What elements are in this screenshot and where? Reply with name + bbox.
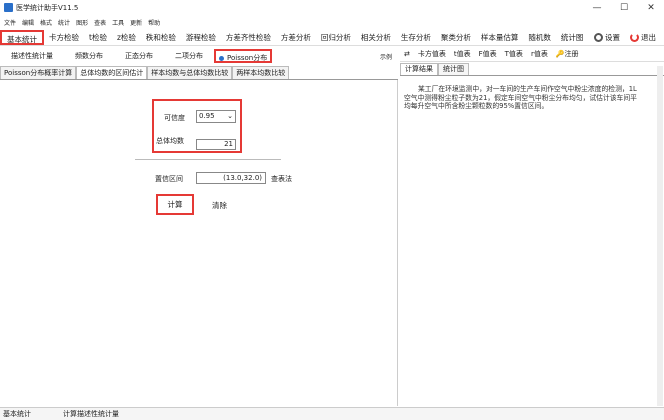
result-tabs: 计算结果 统计图 <box>400 63 664 76</box>
settings-button[interactable]: 设置 <box>594 32 620 43</box>
tool-f-table[interactable]: F值表 <box>479 49 497 59</box>
table-method-label: 查表法 <box>271 175 292 183</box>
close-button[interactable]: ✕ <box>638 0 664 16</box>
subtab-binomial[interactable]: 二项分布 <box>164 49 214 63</box>
tab-sample-vs-population[interactable]: 样本均数与总体均数比较 <box>147 66 233 79</box>
tool-r-table[interactable]: r值表 <box>531 49 548 59</box>
menu-format[interactable]: 格式 <box>40 18 52 27</box>
tool-runs-test[interactable]: 游程检验 <box>181 30 221 45</box>
scrollbar[interactable] <box>657 66 663 406</box>
tab-poisson-probability[interactable]: Poisson分布概率计算 <box>0 66 77 79</box>
tool-correlation[interactable]: 相关分析 <box>356 30 396 45</box>
tool-regression[interactable]: 回归分析 <box>316 30 356 45</box>
tab-two-sample[interactable]: 两样本均数比较 <box>232 66 290 79</box>
maximize-button[interactable]: ☐ <box>611 0 637 16</box>
settings-label: 设置 <box>605 32 620 42</box>
clear-button[interactable]: 清除 <box>212 200 227 211</box>
tab-mean-interval[interactable]: 总体均数的区间估计 <box>76 66 148 79</box>
subtab-normal[interactable]: 正态分布 <box>114 49 164 63</box>
menu-graph[interactable]: 图形 <box>76 18 88 27</box>
confidence-label: 可信度 <box>164 114 185 122</box>
tool-chi-table[interactable]: 卡方值表 <box>418 49 446 59</box>
tool-sample-size[interactable]: 样本量估算 <box>476 30 524 45</box>
chevron-down-icon: ⌄ <box>227 112 233 120</box>
tool-basic-stats[interactable]: 基本统计 <box>0 29 44 45</box>
exit-button[interactable]: 退出 <box>630 32 656 43</box>
tool-survival[interactable]: 生存分析 <box>396 30 436 45</box>
result-panel <box>400 77 664 406</box>
ci-label: 置信区间 <box>155 175 183 183</box>
register-label: 注册 <box>564 50 579 58</box>
tool-z-test[interactable]: z检验 <box>112 30 141 45</box>
calculate-button[interactable]: 计算 <box>156 194 194 215</box>
gear-icon <box>594 33 603 42</box>
minimize-button[interactable]: — <box>584 0 610 16</box>
ci-output: (13.0,32.0) <box>196 172 266 184</box>
result-text: 某工厂在环境监测中，对一车间的生产车间作空气中粉尘浓度的检测，1L空气中测得粉尘… <box>404 85 637 110</box>
swap-icon[interactable]: ⇄ <box>404 50 410 58</box>
subtab-frequency[interactable]: 频数分布 <box>64 49 114 63</box>
confidence-select[interactable]: 0.95 ⌄ <box>196 110 236 123</box>
tab-results[interactable]: 计算结果 <box>400 63 438 75</box>
menu-tools[interactable]: 工具 <box>112 18 124 27</box>
key-icon: 🔑 <box>555 50 565 58</box>
status-left: 基本统计 <box>3 410 31 418</box>
menu-edit[interactable]: 编辑 <box>22 18 34 27</box>
tool-cluster[interactable]: 聚类分析 <box>436 30 476 45</box>
tool-random-number[interactable]: 随机数 <box>523 30 556 45</box>
tool-chi-square[interactable]: 卡方检验 <box>44 30 84 45</box>
status-bar: 基本统计 计算描述性统计量 <box>0 407 664 420</box>
tool-t-table[interactable]: t值表 <box>454 49 471 59</box>
radio-selected-icon <box>219 55 224 61</box>
title-bar: 医学统计助手V11.5 — ☐ ✕ <box>0 0 664 16</box>
menu-table[interactable]: 查表 <box>94 18 106 27</box>
tool-anova[interactable]: 方差分析 <box>276 30 316 45</box>
register-button[interactable]: 🔑注册 <box>556 49 579 59</box>
subtab-poisson[interactable]: Poisson分布 <box>214 49 273 63</box>
menu-update[interactable]: 更新 <box>130 18 142 27</box>
population-mean-label: 总体均数 <box>156 137 184 145</box>
window-title: 医学统计助手V11.5 <box>16 4 79 12</box>
menu-help[interactable]: 帮助 <box>148 18 160 27</box>
subtab-bar: 描述性统计量 频数分布 正态分布 二项分布 Poisson分布 示例 <box>0 47 398 65</box>
tool-chart[interactable]: 统计图 <box>556 30 589 45</box>
tool-variance-homogeneity[interactable]: 方差齐性检验 <box>221 30 276 45</box>
tool-T-table[interactable]: T值表 <box>505 49 523 59</box>
toolbar: 基本统计 卡方检验 t检验 z检验 秩和检验 游程检验 方差齐性检验 方差分析 … <box>0 29 664 46</box>
app-icon <box>4 3 13 12</box>
tool-t-test[interactable]: t检验 <box>84 30 112 45</box>
power-icon <box>630 33 639 42</box>
population-mean-input[interactable]: 21 <box>196 139 236 150</box>
menu-stats[interactable]: 统计 <box>58 18 70 27</box>
subtab-poisson-label: Poisson分布 <box>227 54 268 62</box>
status-right: 计算描述性统计量 <box>63 410 119 418</box>
tab-stat-chart[interactable]: 统计图 <box>438 63 469 75</box>
tool-rank-sum[interactable]: 秩和检验 <box>141 30 181 45</box>
menu-file[interactable]: 文件 <box>4 18 16 27</box>
example-link[interactable]: 示例 <box>380 52 398 61</box>
right-toolbar: ⇄ 卡方值表 t值表 F值表 T值表 r值表 🔑注册 <box>400 47 664 62</box>
menu-bar: 文件 编辑 格式 统计 图形 查表 工具 更新 帮助 <box>0 16 664 28</box>
poisson-tabs: Poisson分布概率计算 总体均数的区间估计 样本均数与总体均数比较 两样本均… <box>0 66 398 80</box>
confidence-value: 0.95 <box>199 112 215 120</box>
divider <box>135 159 281 160</box>
subtab-descriptive[interactable]: 描述性统计量 <box>0 49 64 63</box>
exit-label: 退出 <box>641 32 656 42</box>
